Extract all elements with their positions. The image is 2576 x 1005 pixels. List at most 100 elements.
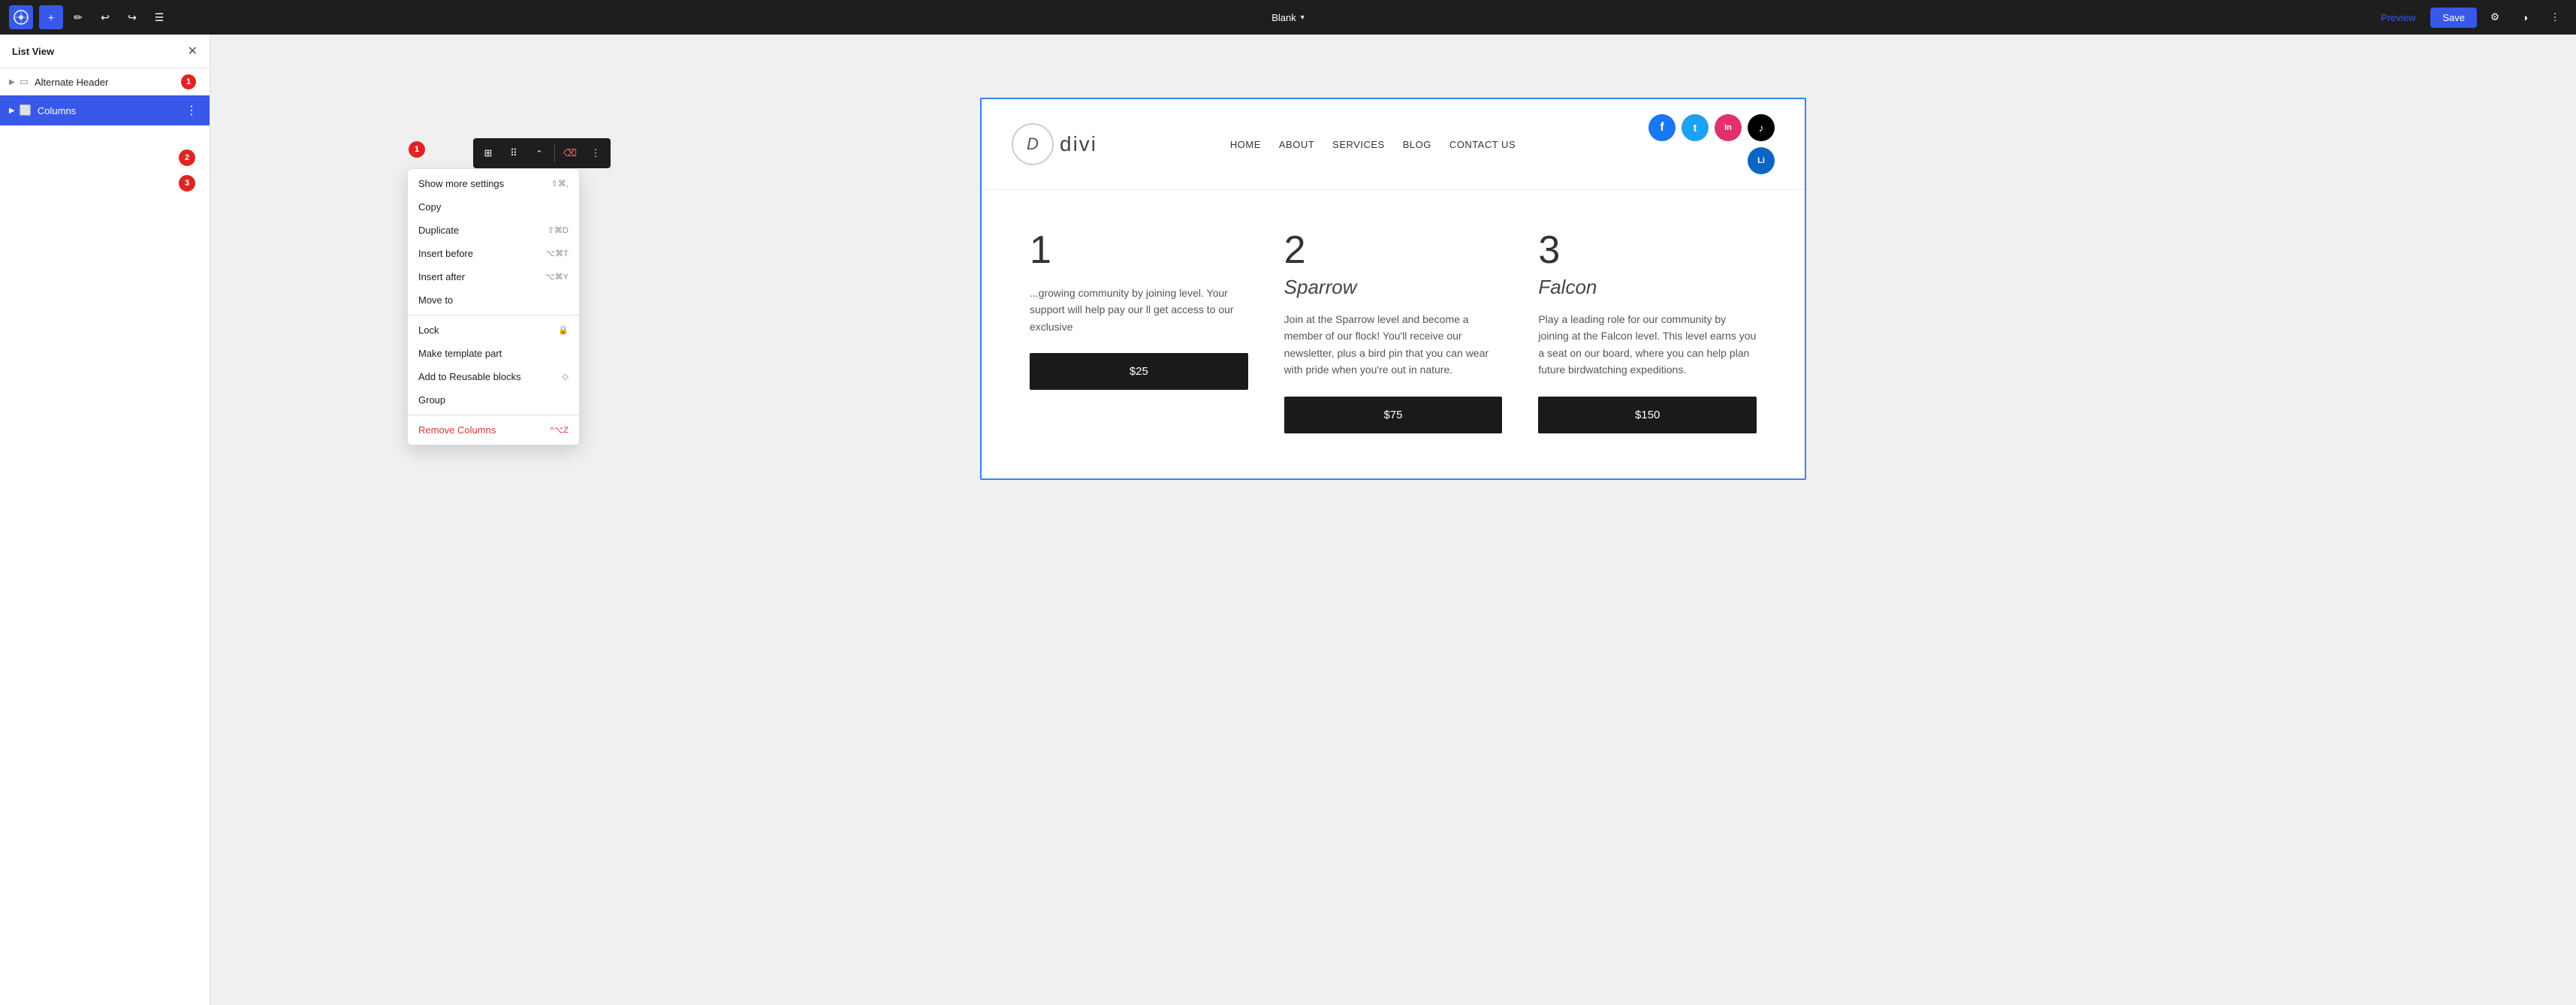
badge-2-overlay: 2 [179,149,195,166]
badge-num-1: 1 [409,141,425,158]
insert-after-shortcut: ⌥⌘Y [545,272,569,282]
preview-button[interactable]: Preview [2372,8,2424,28]
nav-services[interactable]: SERVICES [1332,139,1385,150]
menu-item-show-more-settings[interactable]: Show more settings ⇧⌘, [408,172,579,195]
sidebar-item-columns-label: Columns [38,105,182,116]
more-button[interactable]: ⋮ [2543,5,2567,29]
pricing-grid: 1 ...growing community by joining level.… [982,190,1805,478]
lock-icon: 🔒 [558,325,569,335]
badge-3-overlay: 3 [179,175,195,192]
expand-arrow-icon: ▶ [9,78,15,86]
add-block-button[interactable]: + [39,5,63,29]
group-label: Group [418,394,445,406]
sidebar-item-columns[interactable]: ▶ ⬜ Columns ⋮ [0,95,210,125]
menu-item-make-template-part[interactable]: Make template part [408,342,579,365]
toolbar-more-button[interactable]: ⋮ [584,141,608,165]
nav-home[interactable]: HOME [1230,139,1261,150]
sidebar-header: List View ✕ [0,35,210,68]
badge-1-overlay: 1 [409,141,425,158]
linkedin-icon[interactable]: Li [1748,147,1775,174]
toolbar-divider [554,144,555,162]
price-num-3: 3 [1538,228,1757,273]
duplicate-label: Duplicate [418,225,459,236]
menu-item-move-to[interactable]: Move to [408,288,579,312]
move-up-button[interactable]: ⌃ [527,141,551,165]
social-row-top: f t In ♪ [1648,114,1775,141]
list-view-button[interactable]: ☰ [147,5,171,29]
undo-button[interactable]: ↩ [93,5,117,29]
sidebar-item-label: Alternate Header [35,77,181,88]
show-more-settings-label: Show more settings [418,178,504,189]
toolbar-right: Preview Save ⚙ ◑ ⋮ [2372,5,2567,29]
price-btn-2[interactable]: $75 [1284,397,1503,433]
context-menu: Show more settings ⇧⌘, Copy Duplicate ⇧⌘… [407,168,580,445]
menu-item-duplicate[interactable]: Duplicate ⇧⌘D [408,219,579,242]
redo-button[interactable]: ↪ [120,5,144,29]
site-logo: D divi [1012,123,1097,165]
sidebar-title: List View [12,46,54,57]
remove-columns-label: Remove Columns [418,424,496,436]
facebook-icon[interactable]: f [1648,114,1676,141]
delete-block-button[interactable]: ⌫ [558,141,582,165]
move-to-label: Move to [418,294,453,306]
logo-circle: D [1012,123,1054,165]
pricing-card-1: 1 ...growing community by joining level.… [1012,213,1266,448]
copy-label: Copy [418,201,441,213]
instagram-icon[interactable]: In [1715,114,1742,141]
save-button[interactable]: Save [2430,8,2477,28]
price-name-2: Sparrow [1284,276,1503,299]
menu-item-lock[interactable]: Lock 🔒 [408,318,579,342]
wp-logo[interactable] [9,5,33,29]
logo-letter: D [1027,134,1039,154]
menu-item-copy[interactable]: Copy [408,195,579,219]
show-more-settings-shortcut: ⇧⌘, [551,179,569,189]
make-template-part-label: Make template part [418,348,502,359]
settings-button[interactable]: ⚙ [2483,5,2507,29]
badge-1: 1 [181,74,196,89]
logo-text: divi [1060,132,1097,156]
chevron-down-icon: ▾ [1301,14,1305,22]
drag-handle-button[interactable]: ⠿ [502,141,526,165]
tiktok-icon[interactable]: ♪ [1748,114,1775,141]
price-btn-3[interactable]: $150 [1538,397,1757,433]
menu-item-add-reusable[interactable]: Add to Reusable blocks ◇ [408,365,579,388]
page-content: D divi HOME ABOUT SERVICES BLOG CONTACT … [980,98,1806,480]
main-layout: List View ✕ ▶ ▭ Alternate Header 1 ▶ ⬜ C… [0,35,2576,1005]
twitter-icon[interactable]: t [1682,114,1709,141]
price-name-3: Falcon [1538,276,1757,299]
block-toolbar: ⊞ ⠿ ⌃ ⌫ ⋮ [473,138,611,168]
contrast-button[interactable]: ◑ [2513,5,2537,29]
menu-item-remove-columns[interactable]: Remove Columns ^⌥Z [408,418,579,442]
nav-about[interactable]: ABOUT [1279,139,1314,150]
nav-contact[interactable]: CONTACT US [1449,139,1516,150]
price-desc-2: Join at the Sparrow level and become a m… [1284,311,1503,379]
columns-menu-button[interactable]: ⋮ [182,101,201,119]
toolbar-tools: + ✏ ↩ ↪ ☰ [39,5,171,29]
top-bar: + ✏ ↩ ↪ ☰ Blank ▾ Preview Save ⚙ ◑ ⋮ [0,0,2576,35]
doc-title-text: Blank [1271,12,1296,23]
pricing-card-3: 3 Falcon Play a leading role for our com… [1520,213,1775,448]
sidebar-item-alternate-header[interactable]: ▶ ▭ Alternate Header 1 [0,68,210,95]
document-title[interactable]: Blank ▾ [1271,12,1305,23]
price-desc-1: ...growing community by joining level. Y… [1030,285,1248,335]
nav-blog[interactable]: BLOG [1403,139,1431,150]
columns-type-button[interactable]: ⊞ [476,141,500,165]
duplicate-shortcut: ⇧⌘D [547,225,569,235]
site-nav: HOME ABOUT SERVICES BLOG CONTACT US [1230,139,1516,150]
social-icons: f t In ♪ Li [1648,114,1775,174]
columns-block-icon: ⬜ [20,104,32,116]
header-block-icon: ▭ [20,76,29,88]
price-btn-1[interactable]: $25 [1030,353,1248,390]
menu-item-group[interactable]: Group [408,388,579,412]
site-header: D divi HOME ABOUT SERVICES BLOG CONTACT … [982,99,1805,190]
insert-after-label: Insert after [418,271,465,282]
pencil-button[interactable]: ✏ [66,5,90,29]
close-sidebar-button[interactable]: ✕ [188,44,198,59]
social-row-bottom: Li [1748,147,1775,174]
menu-item-insert-after[interactable]: Insert after ⌥⌘Y [408,265,579,288]
reusable-icon: ◇ [563,372,569,382]
add-reusable-label: Add to Reusable blocks [418,371,521,382]
menu-item-insert-before[interactable]: Insert before ⌥⌘T [408,242,579,265]
pricing-card-2: 2 Sparrow Join at the Sparrow level and … [1266,213,1521,448]
price-num-2: 2 [1284,228,1503,273]
